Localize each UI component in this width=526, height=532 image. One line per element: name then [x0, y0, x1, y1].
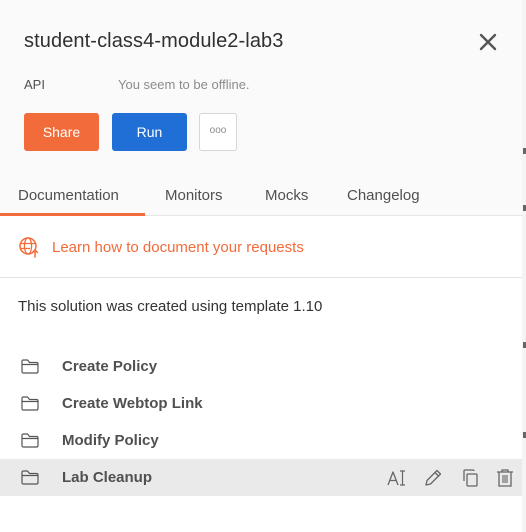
run-button[interactable]: Run — [112, 113, 187, 151]
folder-row-hovered[interactable]: Lab Cleanup — [0, 459, 522, 496]
folder-name: Create Webtop Link — [62, 395, 203, 412]
learn-documentation-link[interactable]: Learn how to document your requests — [18, 236, 304, 258]
edit-icon[interactable] — [422, 467, 444, 489]
folder-row-actions — [372, 467, 516, 489]
share-button[interactable]: Share — [24, 113, 99, 151]
collection-panel: student-class4-module2-lab3 API You seem… — [0, 0, 523, 532]
collection-type-label: API — [24, 77, 45, 92]
active-tab-indicator — [0, 213, 145, 216]
tab-documentation[interactable]: Documentation — [18, 187, 119, 204]
rename-icon[interactable] — [386, 467, 408, 489]
folder-name: Lab Cleanup — [62, 469, 153, 486]
folder-icon — [21, 359, 39, 374]
delete-icon[interactable] — [494, 467, 516, 489]
folder-list: Create Policy Create Webtop Link Modify … — [0, 348, 522, 496]
offline-status-text: You seem to be offline. — [118, 77, 250, 92]
close-icon[interactable] — [476, 30, 500, 54]
folder-icon — [21, 433, 39, 448]
folder-row[interactable]: Create Webtop Link — [0, 385, 522, 422]
more-actions-button[interactable]: ooo — [199, 113, 237, 151]
folder-name: Create Policy — [62, 358, 158, 375]
globe-icon — [19, 237, 39, 258]
collection-description: This solution was created using template… — [18, 298, 323, 315]
folder-name: Modify Policy — [62, 432, 159, 449]
section-divider — [0, 277, 522, 278]
tab-changelog[interactable]: Changelog — [347, 187, 420, 204]
duplicate-icon[interactable] — [458, 467, 480, 489]
scroll-edge — [522, 0, 526, 532]
folder-row[interactable]: Create Policy — [0, 348, 522, 385]
tab-bar: Documentation Monitors Mocks Changelog — [0, 175, 522, 216]
folder-icon — [21, 470, 39, 485]
folder-row[interactable]: Modify Policy — [0, 422, 522, 459]
tab-mocks[interactable]: Mocks — [265, 187, 308, 204]
collection-header: student-class4-module2-lab3 API You seem… — [0, 0, 522, 216]
tab-monitors[interactable]: Monitors — [165, 187, 223, 204]
folder-icon — [21, 396, 39, 411]
learn-link-text: Learn how to document your requests — [52, 238, 304, 256]
collection-title: student-class4-module2-lab3 — [24, 30, 284, 52]
